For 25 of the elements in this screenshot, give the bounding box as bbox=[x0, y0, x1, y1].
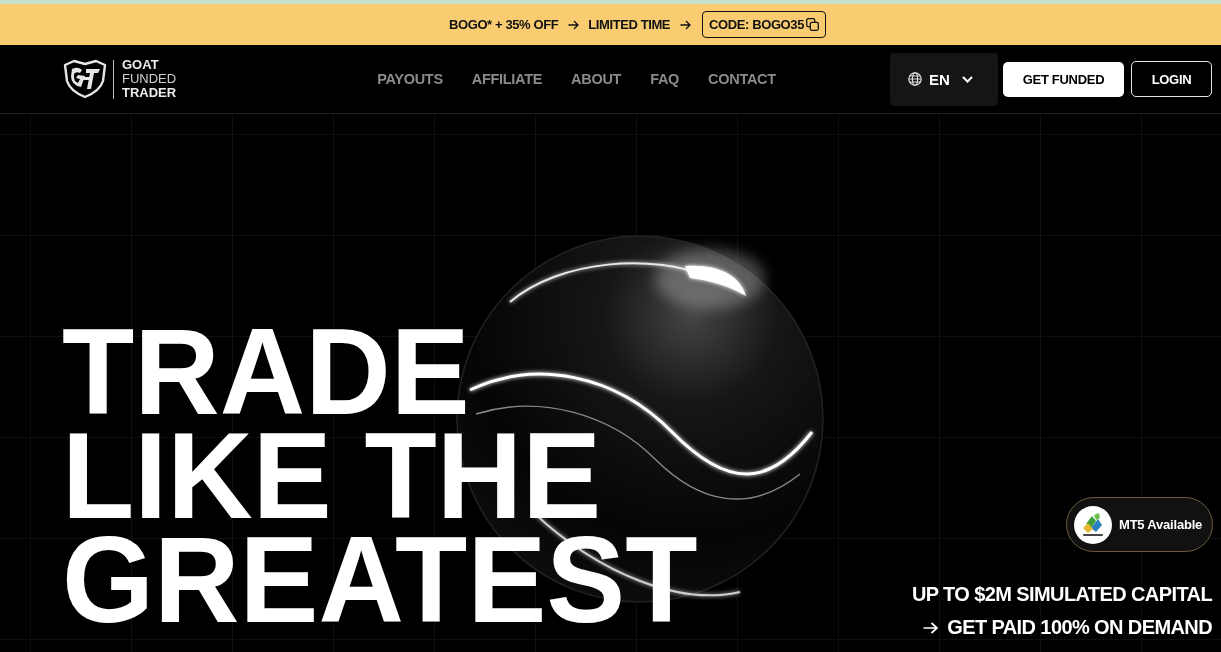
promo-text: LIMITED TIME bbox=[588, 17, 672, 32]
logo-text[interactable]: GOAT bbox=[122, 58, 177, 72]
tagline-text: GET PAID 100% ON DEMAND bbox=[947, 615, 1213, 640]
language-selector[interactable]: EN bbox=[890, 52, 998, 106]
tagline-text: UP TO $2M SIMULATED CAPITAL bbox=[911, 582, 1213, 607]
logo-text[interactable]: FUNDED bbox=[122, 72, 177, 86]
login-button[interactable]: LOGIN bbox=[1131, 61, 1212, 97]
promo-code-button[interactable]: CODE: BOGO35 bbox=[702, 11, 826, 38]
nav-link[interactable]: FAQ bbox=[650, 71, 680, 87]
mt5-badge[interactable]: MT5 Available bbox=[1066, 497, 1213, 552]
nav-link[interactable]: PAYOUTS bbox=[377, 71, 443, 87]
globe-icon bbox=[908, 72, 922, 86]
chevron-down-icon bbox=[961, 75, 973, 83]
nav-link[interactable]: CONTACT bbox=[708, 71, 776, 87]
badge-label: MT5 Available bbox=[1119, 517, 1203, 532]
hero-heading: TRADE LIKE THE GREATEST bbox=[62, 320, 698, 632]
copy-icon bbox=[806, 18, 819, 31]
shield-logo-icon[interactable] bbox=[62, 59, 108, 99]
logo-text[interactable]: TRADER bbox=[122, 86, 177, 100]
nav-link[interactable]: ABOUT bbox=[571, 71, 622, 87]
get-funded-button[interactable]: GET FUNDED bbox=[1003, 61, 1124, 97]
nav-link[interactable]: AFFILIATE bbox=[471, 71, 543, 87]
app-logo-icon bbox=[1074, 505, 1112, 544]
language-label: EN bbox=[929, 70, 950, 88]
promo-text: BOGO* + 35% OFF bbox=[449, 17, 560, 32]
